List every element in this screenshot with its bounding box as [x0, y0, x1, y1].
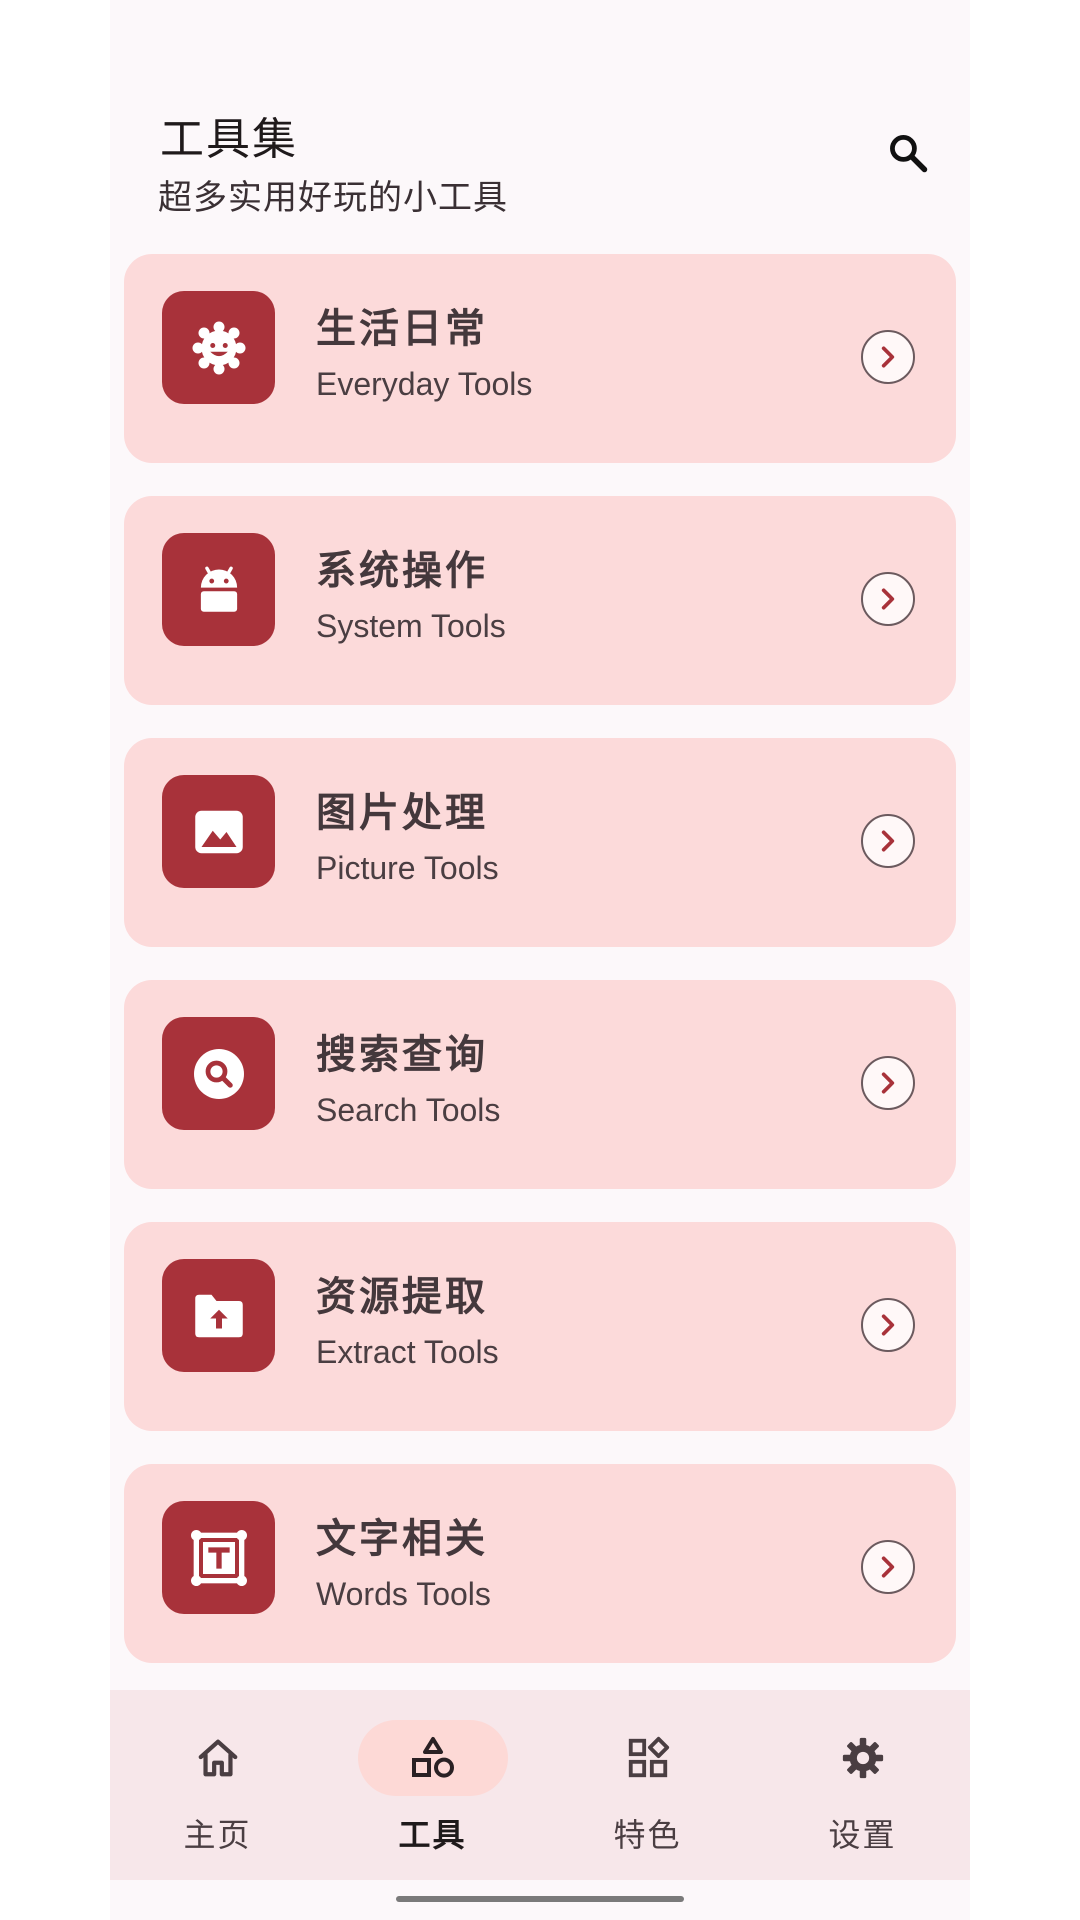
chevron-right-icon	[861, 814, 915, 868]
header: 工具集 超多实用好玩的小工具	[110, 0, 970, 240]
chevron-right-icon	[861, 1056, 915, 1110]
nav-label: 设置	[828, 1816, 897, 1854]
category-card-system[interactable]: 系统操作 System Tools	[124, 496, 956, 705]
category-title: 生活日常	[316, 306, 488, 352]
home-icon	[198, 1739, 237, 1777]
search-circle-icon	[193, 1048, 244, 1099]
bottom-navigation: 主页 工具 特色 设置	[110, 1690, 970, 1880]
category-card-extract[interactable]: 资源提取 Extract Tools	[124, 1222, 956, 1431]
category-subtitle: Picture Tools	[316, 850, 499, 886]
search-button[interactable]	[880, 125, 936, 181]
category-icon-box	[162, 1501, 275, 1614]
widgets-icon	[628, 1736, 669, 1778]
category-title: 文字相关	[316, 1516, 488, 1562]
category-icon-box	[162, 775, 275, 888]
nav-item-featured[interactable]: 特色	[540, 1690, 755, 1880]
chevron-right-icon	[861, 1540, 915, 1594]
text-box-icon	[190, 1529, 247, 1586]
chevron-right-icon	[861, 572, 915, 626]
nav-item-tools[interactable]: 工具	[325, 1690, 540, 1880]
home-indicator-bar[interactable]	[396, 1896, 684, 1902]
page-subtitle: 超多实用好玩的小工具	[158, 178, 508, 218]
nav-label: 特色	[613, 1816, 682, 1854]
chevron-right-icon	[861, 330, 915, 384]
category-card-everyday[interactable]: 生活日常 Everyday Tools	[124, 254, 956, 463]
android-icon	[200, 566, 237, 612]
category-title: 资源提取	[316, 1274, 488, 1320]
category-subtitle: Words Tools	[316, 1576, 491, 1612]
nav-pill	[788, 1720, 938, 1796]
category-icon-box	[162, 1017, 275, 1130]
chevron-right-icon	[861, 1298, 915, 1352]
category-subtitle: Search Tools	[316, 1092, 501, 1128]
nav-item-settings[interactable]: 设置	[755, 1690, 970, 1880]
folder-upload-icon	[194, 1294, 243, 1337]
app-screen: 工具集 超多实用好玩的小工具 生活日常 Everyday Tools 系统操作 …	[110, 0, 970, 1920]
category-card-search[interactable]: 搜索查询 Search Tools	[124, 980, 956, 1189]
category-subtitle: Everyday Tools	[316, 366, 533, 402]
category-icon-box	[162, 533, 275, 646]
nav-label: 主页	[183, 1816, 252, 1854]
nav-pill	[143, 1720, 293, 1796]
category-subtitle: Extract Tools	[316, 1334, 499, 1370]
category-card-picture[interactable]: 图片处理 Picture Tools	[124, 738, 956, 947]
nav-label: 工具	[398, 1816, 467, 1854]
category-subtitle: System Tools	[316, 608, 506, 644]
shapes-icon	[411, 1737, 454, 1778]
category-card-words[interactable]: 文字相关 Words Tools	[124, 1464, 956, 1663]
sun-face-icon	[192, 321, 245, 374]
category-title: 搜索查询	[316, 1032, 488, 1078]
nav-pill-active	[357, 1720, 508, 1796]
page-title: 工具集	[160, 114, 298, 165]
nav-item-home[interactable]: 主页	[110, 1690, 325, 1880]
search-icon	[890, 135, 928, 173]
category-icon-box	[162, 291, 275, 404]
category-icon-box	[162, 1259, 275, 1372]
category-title: 图片处理	[316, 790, 488, 836]
category-title: 系统操作	[316, 548, 488, 594]
gear-icon	[842, 1737, 883, 1779]
nav-pill	[573, 1720, 723, 1796]
image-icon	[194, 810, 243, 853]
